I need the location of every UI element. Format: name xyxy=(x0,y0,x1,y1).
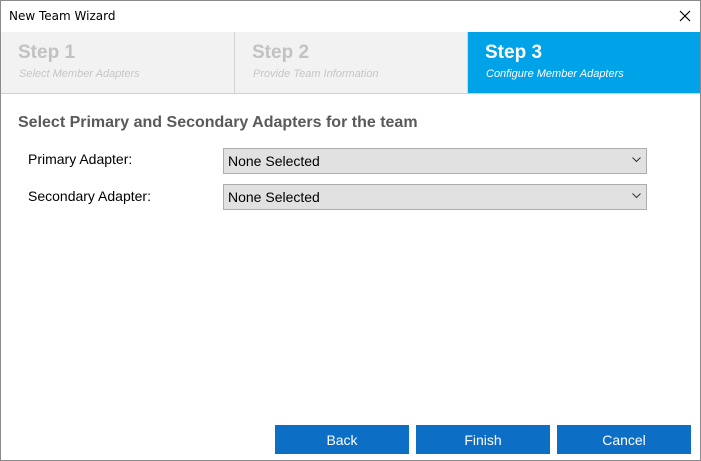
wizard-window: New Team Wizard Step 1 Select Member Ada… xyxy=(0,0,701,461)
secondary-adapter-value: None Selected xyxy=(228,189,320,205)
section-title: Select Primary and Secondary Adapters fo… xyxy=(18,114,418,131)
step-subtitle: Select Member Adapters xyxy=(19,68,140,80)
step-1: Step 1 Select Member Adapters xyxy=(1,32,235,93)
finish-button[interactable]: Finish xyxy=(416,425,550,454)
chevron-down-icon xyxy=(632,193,641,199)
secondary-adapter-label: Secondary Adapter: xyxy=(28,188,151,204)
step-3: Step 3 Configure Member Adapters xyxy=(468,32,700,93)
chevron-down-icon xyxy=(632,157,641,163)
step-number: Step 3 xyxy=(485,42,543,63)
primary-adapter-label: Primary Adapter: xyxy=(28,151,133,167)
step-subtitle: Configure Member Adapters xyxy=(486,68,624,80)
secondary-adapter-select[interactable]: None Selected xyxy=(223,184,647,210)
close-button[interactable] xyxy=(670,1,700,31)
step-subtitle: Provide Team Information xyxy=(253,68,379,80)
steps-divider xyxy=(1,93,700,94)
wizard-steps: Step 1 Select Member Adapters Step 2 Pro… xyxy=(1,32,700,93)
title-bar: New Team Wizard xyxy=(1,1,700,31)
primary-adapter-select[interactable]: None Selected xyxy=(223,148,647,174)
window-title: New Team Wizard xyxy=(9,9,116,23)
primary-adapter-value: None Selected xyxy=(228,153,320,169)
step-number: Step 1 xyxy=(18,42,76,63)
close-icon xyxy=(679,10,691,22)
step-2: Step 2 Provide Team Information xyxy=(235,32,468,93)
back-button[interactable]: Back xyxy=(275,425,409,454)
cancel-button[interactable]: Cancel xyxy=(557,425,691,454)
step-number: Step 2 xyxy=(252,42,310,63)
